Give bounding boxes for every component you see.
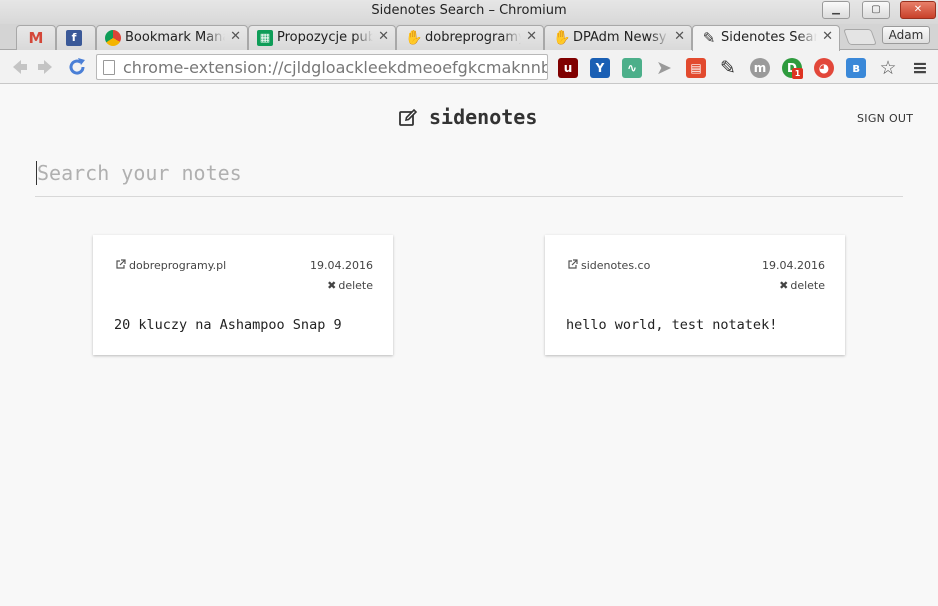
brand-name: sidenotes <box>429 105 538 129</box>
color-stack-icon[interactable]: ▤ <box>686 58 706 78</box>
tab-gmail[interactable]: M <box>16 25 56 50</box>
audio-wave-icon[interactable]: ∿ <box>622 58 642 78</box>
reload-button[interactable] <box>66 56 88 78</box>
menu-icon[interactable]: ≡ <box>910 58 930 78</box>
tab-propozycje[interactable]: ▦ Propozycje publ ✕ <box>248 25 396 50</box>
cursor-icon[interactable]: ➤ <box>654 58 674 78</box>
note-text: hello world, test notatek! <box>566 317 778 333</box>
tab-dpadm-newsy[interactable]: ✋ DPAdm Newsy ✕ <box>544 25 692 50</box>
delete-label: delete <box>338 279 373 292</box>
dobreprogramy-icon: ✋ <box>405 30 423 46</box>
notification-badge: 1 <box>792 68 803 79</box>
note-card: sidenotes.co 19.04.2016 ✖ delete hello wo… <box>545 235 845 355</box>
note-date: 19.04.2016 <box>310 259 373 272</box>
delete-label: delete <box>790 279 825 292</box>
external-link-icon <box>568 259 578 269</box>
gmail-icon: M <box>28 29 44 47</box>
delete-note-button[interactable]: ✖ delete <box>779 279 825 292</box>
url-text: chrome-extension://cjldgloackleekdmeoefg… <box>123 58 547 77</box>
tab-label: Sidenotes Searc <box>721 30 817 45</box>
sign-out-link[interactable]: SIGN OUT <box>857 112 913 125</box>
window-title: Sidenotes Search – Chromium <box>371 3 567 18</box>
tab-dobreprogramy[interactable]: ✋ dobreprogramy ✕ <box>396 25 544 50</box>
close-icon[interactable]: ✕ <box>378 29 389 44</box>
note-source-label: sidenotes.co <box>581 259 651 272</box>
tab-facebook[interactable]: f <box>56 25 96 50</box>
note-source-label: dobreprogramy.pl <box>129 259 227 272</box>
note-source[interactable]: dobreprogramy.pl <box>115 259 226 272</box>
tab-label: dobreprogramy <box>425 30 521 45</box>
close-icon[interactable]: ✕ <box>526 29 537 44</box>
edit-icon <box>399 108 418 126</box>
new-tab-button[interactable] <box>843 29 877 45</box>
tab-label: Bookmark Mana <box>125 30 225 45</box>
minimize-button[interactable]: ▁ <box>822 1 850 19</box>
external-link-icon <box>116 259 126 269</box>
tab-strip: M f Bookmark Mana ✕ ▦ Propozycje publ ✕ … <box>0 24 938 51</box>
reload-icon <box>69 58 85 75</box>
back-button[interactable] <box>8 56 30 78</box>
maximize-button[interactable]: ▢ <box>862 1 890 19</box>
note-text: 20 kluczy na Ashampoo Snap 9 <box>114 317 342 333</box>
delete-x-icon: ✖ <box>779 279 789 292</box>
b-extension-icon[interactable]: ʙ <box>846 58 866 78</box>
close-window-button[interactable]: ✕ <box>900 1 936 19</box>
bookmark-star-icon[interactable]: ☆ <box>878 58 898 78</box>
close-icon[interactable]: ✕ <box>822 29 833 44</box>
profile-button[interactable]: Adam <box>882 26 930 44</box>
note-date: 19.04.2016 <box>762 259 825 272</box>
tab-label: DPAdm Newsy <box>573 30 667 45</box>
search-input[interactable] <box>35 155 903 191</box>
dobreprogramy-icon: ✋ <box>553 30 571 46</box>
forward-button[interactable] <box>35 56 57 78</box>
edit-icon: ✎ <box>702 29 716 47</box>
color-wheel-icon[interactable]: ◕ <box>814 58 834 78</box>
bookmark-manager-icon <box>105 30 121 46</box>
delete-note-button[interactable]: ✖ delete <box>327 279 373 292</box>
note-source[interactable]: sidenotes.co <box>567 259 650 272</box>
sidenotes-page: sidenotes SIGN OUT dobreprogramy.pl 19.0… <box>0 85 938 606</box>
close-icon[interactable]: ✕ <box>230 29 241 44</box>
sidenotes-edit-icon[interactable]: ✎ <box>718 58 738 78</box>
browser-toolbar: chrome-extension://cjldgloackleekdmeoefg… <box>0 50 938 84</box>
facebook-icon: f <box>66 30 82 46</box>
close-icon[interactable]: ✕ <box>674 29 685 44</box>
y-extension-icon[interactable]: Y <box>590 58 610 78</box>
tab-bookmark-manager[interactable]: Bookmark Mana ✕ <box>96 25 248 50</box>
sheets-icon: ▦ <box>257 30 273 46</box>
forward-arrow-icon <box>38 60 52 74</box>
tab-label: Propozycje publ <box>277 30 373 45</box>
note-card: dobreprogramy.pl 19.04.2016 ✖ delete 20 k… <box>93 235 393 355</box>
page-icon <box>103 60 115 75</box>
text-caret <box>36 161 37 185</box>
ublock-icon[interactable]: u <box>558 58 578 78</box>
delete-x-icon: ✖ <box>327 279 337 292</box>
d-extension-icon[interactable]: D1 <box>782 58 803 79</box>
tab-sidenotes-search[interactable]: ✎ Sidenotes Searc ✕ <box>692 25 840 51</box>
address-bar[interactable]: chrome-extension://cjldgloackleekdmeoefg… <box>96 54 548 80</box>
window-titlebar: Sidenotes Search – Chromium ▁ ▢ ✕ <box>0 0 938 24</box>
search-bar <box>35 155 903 197</box>
m-extension-icon[interactable]: m <box>750 58 770 78</box>
back-arrow-icon <box>13 60 27 74</box>
